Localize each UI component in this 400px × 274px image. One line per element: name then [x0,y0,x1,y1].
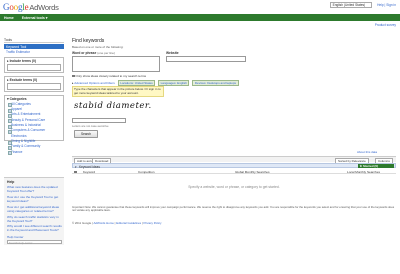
advanced-options-link[interactable]: Advanced Options and Filters [74,81,115,85]
nav-home[interactable]: Home [4,16,14,20]
logo-letter: e [24,2,29,12]
captcha-notice: Type the characters that appear in the p… [72,86,164,98]
category-item[interactable]: Finance [7,150,61,156]
col-competition[interactable]: Competition [138,170,155,174]
checkbox[interactable] [72,74,75,78]
exclude-terms-label: Exclude terms (0) [9,78,38,83]
table-header: Keyword Competition Global Monthly Searc… [72,169,396,174]
footer-link-editorial-guidelines[interactable]: Editorial Guidelines [116,221,141,225]
help-question-link[interactable]: Why do search traffic statistics vary in… [7,215,62,223]
footer: © 2011 Google | AdWords Home | Editorial… [72,221,162,225]
include-terms-panel[interactable]: ▸ Include terms (0) [4,57,64,74]
empty-results-message: Specify a website, word or phrase, or ca… [188,185,280,189]
google-adwords-logo[interactable]: GoogleAdWords [3,2,59,12]
product-survey-link[interactable]: Product survey [375,23,396,27]
footer-link-adwords-home[interactable]: AdWords Home [93,221,113,225]
top-links: English (United States) Help | Sign in [329,2,396,8]
help-search-input[interactable]: Search help center [7,239,62,245]
help-panel: Help What new features does the updated … [4,177,64,246]
page-subtitle: Based on one or more of the following: [72,44,124,49]
about-data-link[interactable]: About this data [357,150,377,154]
logo-product-name: AdWords [29,3,59,12]
collapse-icon[interactable]: ▾ [75,165,77,169]
col-local-searches[interactable]: Local Monthly Searches [347,170,380,174]
sidebar: Tools Keyword Tool Traffic Estimator ▸ I… [4,38,64,156]
exclude-terms-panel[interactable]: ▸ Exclude terms (0) [4,76,64,93]
starred-label: Starred (0) [363,164,379,169]
website-input[interactable] [166,56,246,62]
include-terms-input[interactable] [7,64,61,72]
sidebar-item-traffic-estimator[interactable]: Traffic Estimator [4,49,64,54]
help-heading: Help [7,179,15,184]
captcha-hint: Letters are not case-sensitive [72,124,109,128]
main-nav-bar: Home External tools ▾ [0,14,400,21]
advanced-options-row: ▸ Advanced Options and Filters Locations… [72,79,239,86]
help-link[interactable]: Help [377,3,384,7]
checkbox[interactable] [74,170,78,174]
col-global-searches[interactable]: Global Monthly Searches [235,170,270,174]
locations-filter-pill[interactable]: Locations: United States [117,79,156,86]
category-item[interactable]: Computers & Consumer Electronics [7,128,61,139]
copyright: © 2011 Google [72,221,92,225]
signin-link[interactable]: Sign in [386,3,396,7]
captcha-image: stabid diameter. [74,101,152,111]
important-note: Important Note: We cannot guarantee that… [72,205,395,213]
tools-heading: Tools [4,38,64,43]
help-question-link[interactable]: What new features does the updated Keywo… [7,185,62,193]
word-phrase-textarea[interactable] [72,56,160,72]
keyword-ideas-group: ▾ Keyword ideas [72,163,396,169]
categories-heading: Categories [9,97,27,102]
word-label-text: Word or phrase [72,51,97,55]
captcha-input[interactable] [72,118,126,123]
locale-select[interactable]: English (United States) [329,2,373,8]
exclude-terms-input[interactable] [7,83,61,91]
word-label-hint: (one per line) [97,51,115,55]
help-center-link[interactable]: Help Center [7,235,62,239]
help-question-link[interactable]: How do I use the Keyword Tool to get key… [7,195,62,203]
devices-filter-pill[interactable]: Devices: Desktops and laptops [192,79,239,86]
footer-link-privacy-policy[interactable]: Privacy Policy [143,221,161,225]
categories-panel: ▾ Categories All Categories Apparel Arts… [4,95,64,156]
main-content: Find keywords Based on one or more of th… [72,38,396,49]
website-label: Website [166,51,179,55]
help-question-link[interactable]: Why would I see different search results… [7,224,62,232]
starred-tab[interactable]: ★ Starred (0) [358,164,394,168]
include-terms-label: Include terms (0) [9,59,36,64]
word-label: Word or phrase (one per line) [72,51,115,55]
help-question-link[interactable]: How do I get additional keyword ideas us… [7,205,62,213]
page-title: Find keywords [72,38,105,44]
nav-external-tools[interactable]: External tools ▾ [22,16,48,20]
search-button[interactable]: Search [74,130,98,138]
languages-filter-pill[interactable]: Languages: English [158,79,190,86]
only-show-close-row[interactable]: Only show ideas closely related to my se… [72,74,146,78]
only-show-close-label: Only show ideas closely related to my se… [75,74,147,78]
results-toolbar: Add to account Download Sorted by Releva… [72,156,396,165]
col-keyword[interactable]: Keyword [83,170,95,174]
